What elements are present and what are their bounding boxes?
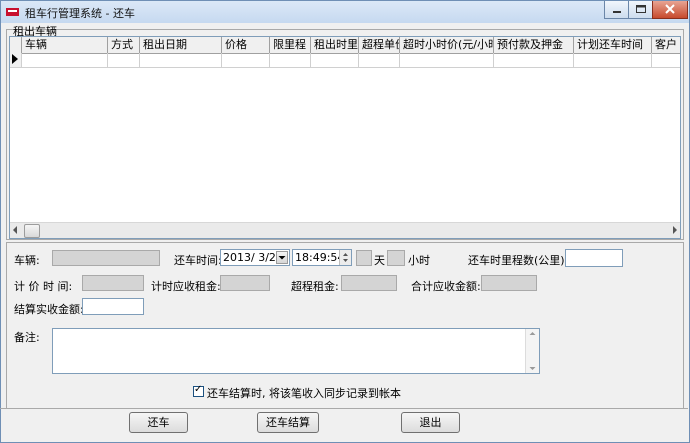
return-clock-value: 18:49:54 <box>295 251 345 264</box>
rented-vehicles-grid[interactable]: 车辆 方式 租出日期 价格 限里程 租出时里程 超程单价 超时小时价(元/小时)… <box>9 36 681 239</box>
row-indicator-header <box>10 37 22 53</box>
col-header-deposit[interactable]: 预付款及押金 <box>494 37 574 53</box>
col-header-planned-return[interactable]: 计划还车时间 <box>574 37 652 53</box>
return-time-label: 还车时间: <box>174 254 222 267</box>
checkmark-icon: ✓ <box>194 384 203 395</box>
close-button[interactable] <box>652 1 688 19</box>
chevron-down-icon <box>278 256 286 260</box>
col-header-price[interactable]: 价格 <box>222 37 270 53</box>
time-spin-buttons[interactable] <box>339 250 351 265</box>
minimize-button[interactable] <box>604 1 630 19</box>
col-header-overmile-price[interactable]: 超程单价 <box>359 37 400 53</box>
days-field <box>356 250 372 266</box>
app-icon <box>6 8 19 16</box>
settle-amount-input[interactable] <box>82 298 144 315</box>
total-due-label: 合计应收金额: <box>411 280 481 293</box>
settle-button[interactable]: 还车结算 <box>257 412 319 433</box>
button-bar-divider <box>0 408 688 409</box>
billing-time-label: 计 价 时 间: <box>14 280 73 293</box>
overmile-rent-field <box>341 275 397 291</box>
hours-field <box>387 250 405 266</box>
col-header-rent-date[interactable]: 租出日期 <box>140 37 222 53</box>
return-mileage-input[interactable] <box>565 249 623 267</box>
close-icon <box>665 4 675 14</box>
grid-header: 车辆 方式 租出日期 价格 限里程 租出时里程 超程单价 超时小时价(元/小时)… <box>10 37 680 54</box>
day-unit-label: 天 <box>374 254 385 267</box>
col-header-start-mileage[interactable]: 租出时里程 <box>311 37 359 53</box>
billing-time-field <box>82 275 144 291</box>
sync-ledger-checkbox[interactable]: ✓ <box>193 384 204 397</box>
col-header-customer[interactable]: 客户 <box>652 37 680 53</box>
col-header-mode[interactable]: 方式 <box>108 37 140 53</box>
scroll-up-down-icon <box>529 332 536 370</box>
scroll-thumb[interactable] <box>24 224 40 238</box>
settle-amount-label: 结算实收金额: <box>14 303 84 316</box>
return-date-picker[interactable]: 2013/ 3/26 <box>220 249 290 266</box>
col-header-mileage-limit[interactable]: 限里程 <box>270 37 311 53</box>
col-header-overtime-price[interactable]: 超时小时价(元/小时) <box>400 37 494 53</box>
remark-scrollbar[interactable] <box>525 329 539 373</box>
maximize-button[interactable] <box>628 1 654 19</box>
time-rent-label: 计时应收租金: <box>151 280 221 293</box>
minimize-icon <box>613 11 621 13</box>
sync-ledger-label[interactable]: 还车结算时, 将该笔收入同步记录到帐本 <box>207 385 401 401</box>
vehicle-field <box>52 250 160 266</box>
overmile-rent-label: 超程租金: <box>291 280 339 293</box>
return-date-value: 2013/ 3/26 <box>223 251 283 264</box>
col-header-vehicle[interactable]: 车辆 <box>22 37 108 53</box>
current-row-arrow-icon <box>12 54 18 64</box>
maximize-icon <box>636 5 646 13</box>
vehicle-label: 车辆: <box>14 254 40 267</box>
scroll-right-icon[interactable] <box>673 226 677 234</box>
time-rent-field <box>220 275 270 291</box>
scroll-left-icon[interactable] <box>13 226 17 234</box>
remark-label: 备注: <box>14 331 40 344</box>
hour-unit-label: 小时 <box>408 254 430 267</box>
exit-button[interactable]: 退出 <box>401 412 460 433</box>
return-clock-spinner[interactable]: 18:49:54 <box>292 249 352 266</box>
remark-textarea[interactable] <box>52 328 540 374</box>
return-form-panel <box>6 242 684 409</box>
spin-up-down-icon <box>343 253 348 262</box>
date-dropdown-button[interactable] <box>276 251 288 264</box>
title-bar: 租车行管理系统 - 还车 <box>1 1 689 23</box>
return-mileage-label: 还车时里程数(公里): <box>468 254 569 267</box>
total-due-field <box>481 275 537 291</box>
window-title: 租车行管理系统 - 还车 <box>25 7 135 20</box>
return-button[interactable]: 还车 <box>129 412 188 433</box>
table-row[interactable] <box>10 53 680 68</box>
horizontal-scrollbar[interactable] <box>10 222 680 238</box>
